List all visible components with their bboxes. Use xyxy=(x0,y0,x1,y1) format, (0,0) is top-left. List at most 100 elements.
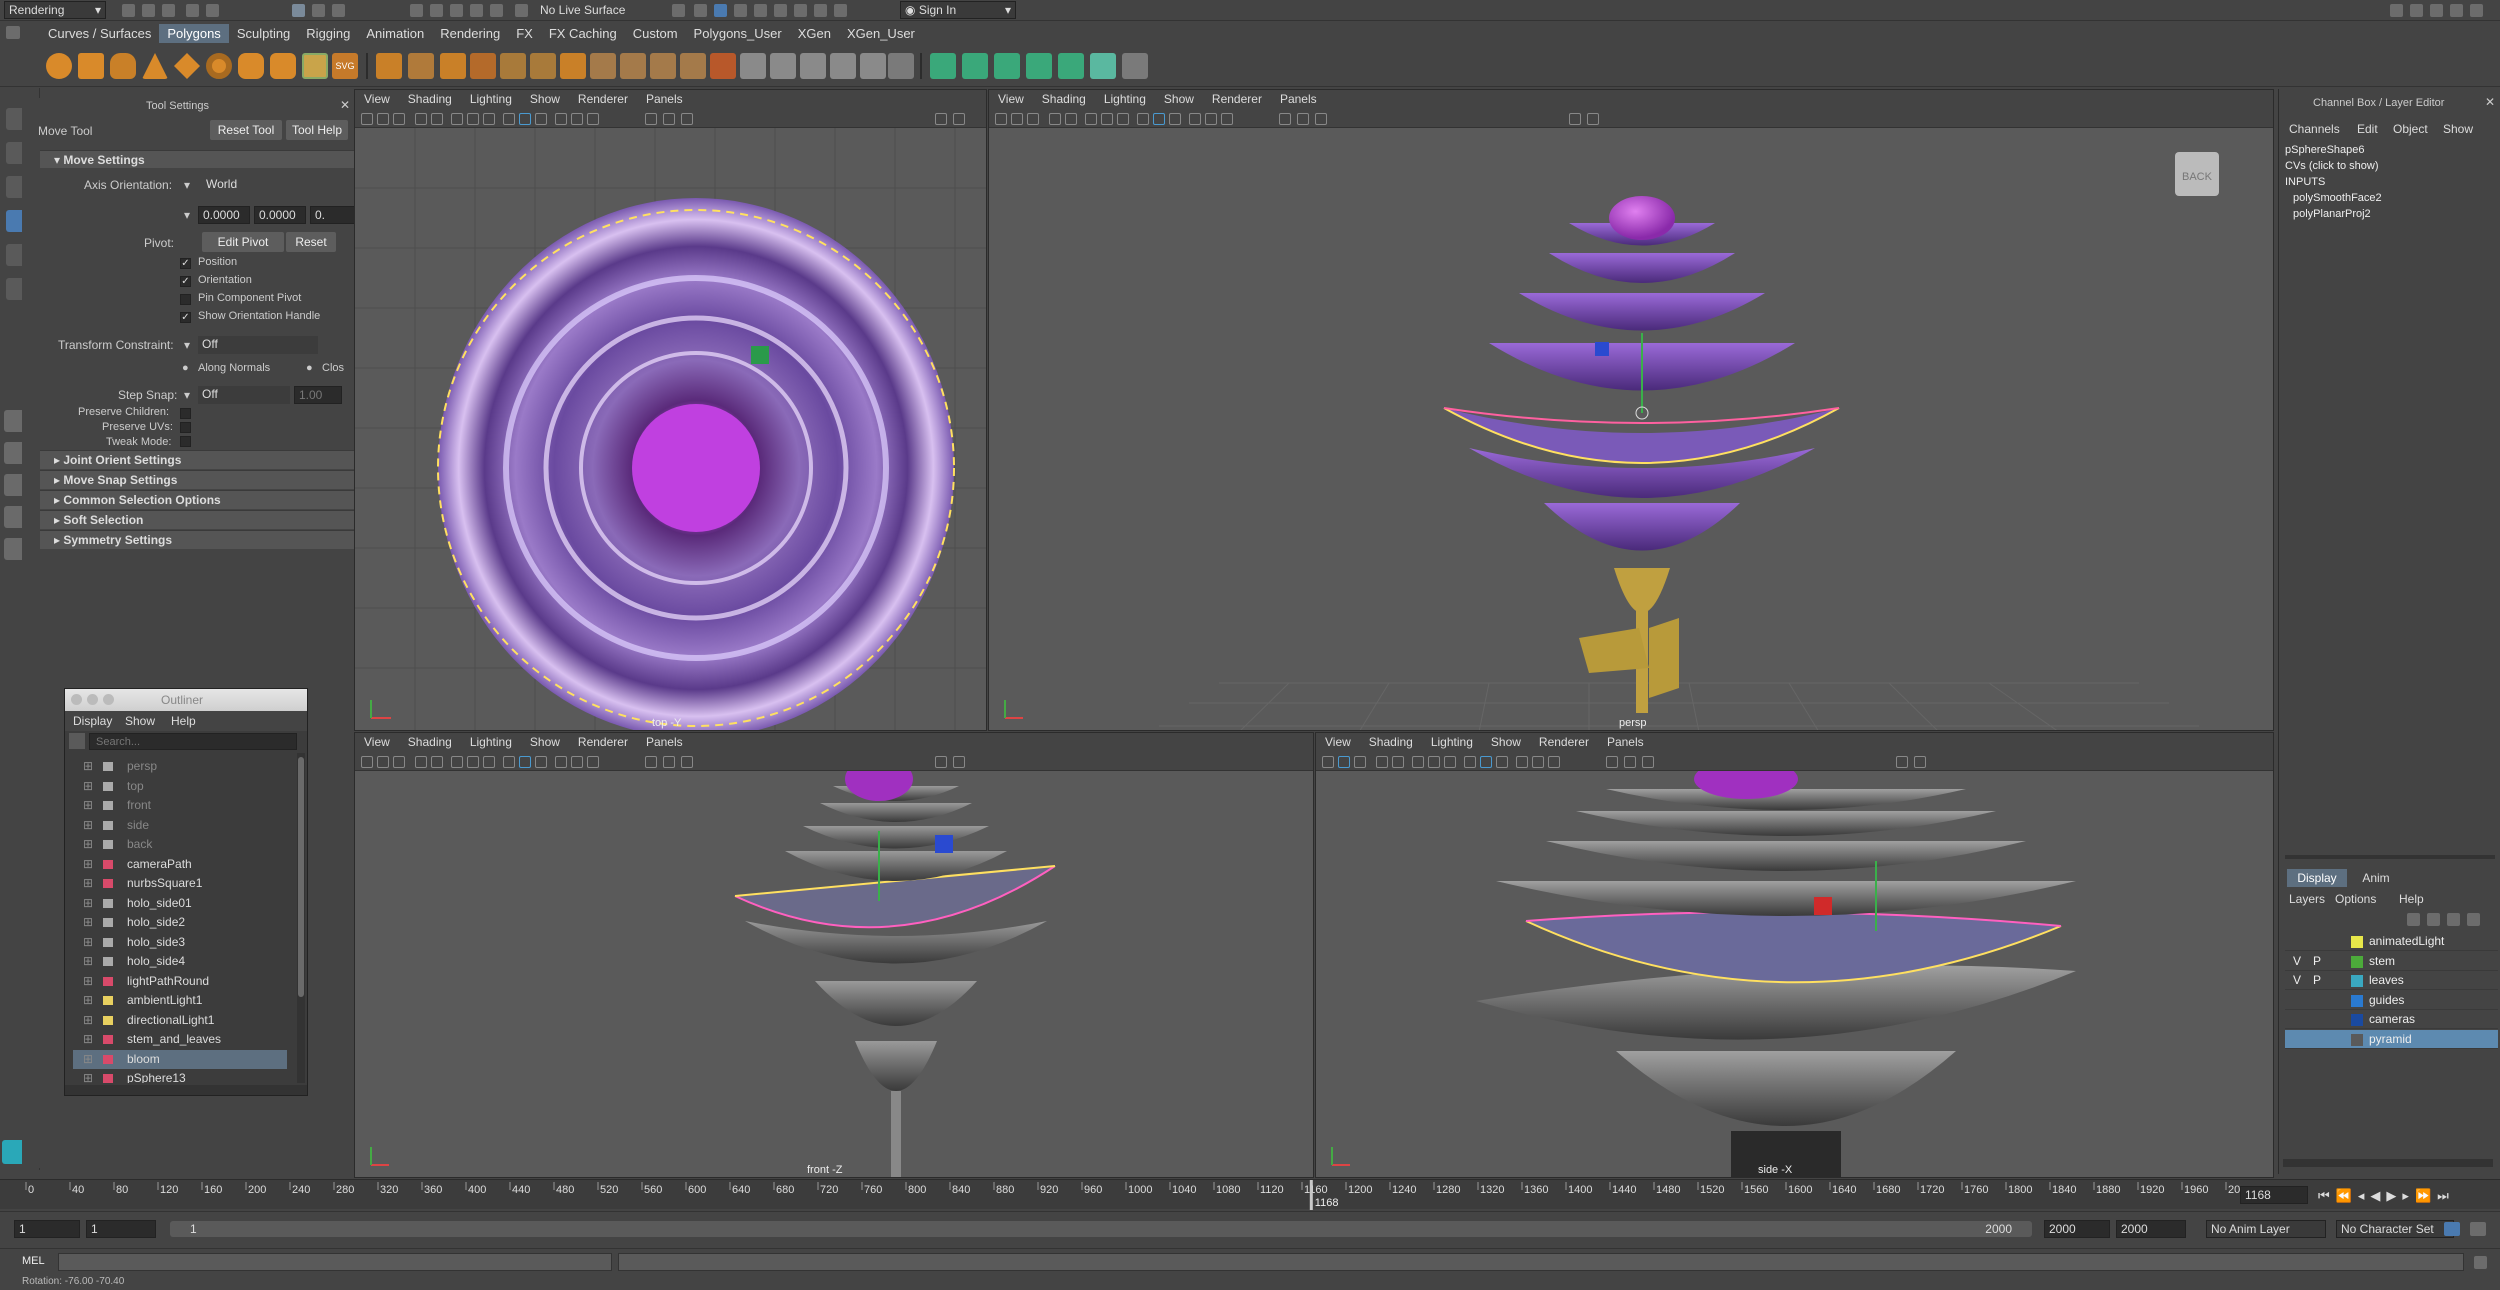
isolate-icon[interactable] xyxy=(1189,113,1201,125)
show-menu[interactable]: Show xyxy=(1155,90,1203,106)
time-slider[interactable]: 0 40 80 120 160 200 240 280 320 360 400 440 480 520 56… xyxy=(0,1179,2500,1210)
textured-icon[interactable] xyxy=(1464,756,1476,768)
go-to-end-icon[interactable]: ⏭ xyxy=(2437,1188,2455,1203)
twist-icon[interactable] xyxy=(1058,53,1084,79)
unfold-icon[interactable] xyxy=(888,53,914,79)
image-plane-icon[interactable] xyxy=(1027,113,1039,125)
layer-color-swatch[interactable] xyxy=(2351,994,2363,1007)
expand-icon[interactable]: ⊞ xyxy=(83,777,93,796)
shadows-icon[interactable] xyxy=(1496,756,1508,768)
close-icon[interactable]: ✕ xyxy=(2485,95,2495,109)
viewport-canvas[interactable]: front -Z xyxy=(355,771,1313,1177)
petal-layer[interactable] xyxy=(745,921,1047,964)
aa-icon[interactable] xyxy=(1624,756,1636,768)
shelf-tab-rigging[interactable]: Rigging xyxy=(298,24,358,43)
outliner-item[interactable]: ⊞ top xyxy=(73,777,287,796)
anim-tab[interactable]: Anim xyxy=(2351,869,2401,887)
flower-base[interactable] xyxy=(1614,568,1670,613)
play-forward-icon[interactable]: ▶ xyxy=(2386,1188,2402,1203)
sculpt-icon[interactable] xyxy=(1090,53,1116,79)
outliner-item[interactable]: ⊞ pSphere13 xyxy=(73,1069,287,1083)
outliner-item[interactable]: ⊞ lightPathRound xyxy=(73,972,287,991)
poly-torus-icon[interactable] xyxy=(206,53,232,79)
outliner-item[interactable]: ⊞ persp xyxy=(73,757,287,776)
shelf-tab-fx[interactable]: FX xyxy=(508,24,541,43)
poly-pipe-icon[interactable] xyxy=(270,53,296,79)
shelf-tab-xgen[interactable]: XGen xyxy=(790,24,839,43)
layer-scrollbar[interactable] xyxy=(2283,1159,2493,1167)
shelf-tab-animation[interactable]: Animation xyxy=(358,24,432,43)
outliner-item[interactable]: ⊞ nurbsSquare1 xyxy=(73,874,287,893)
shading-menu[interactable]: Shading xyxy=(1360,733,1422,749)
image-plane-icon[interactable] xyxy=(1354,756,1366,768)
layer-color-swatch[interactable] xyxy=(2351,975,2363,987)
aa-icon[interactable] xyxy=(663,756,675,768)
view-menu[interactable]: View xyxy=(355,90,399,106)
preferences-icon[interactable] xyxy=(2470,1222,2486,1236)
bookmark-icon[interactable] xyxy=(1338,756,1350,768)
panel-divider[interactable] xyxy=(2285,855,2495,859)
preserve-uvs-checkbox[interactable] xyxy=(180,422,191,433)
viewport-side[interactable]: View Shading Lighting Show Renderer Panels si… xyxy=(1315,732,2274,1178)
panel-maximize-icon[interactable] xyxy=(1587,113,1599,125)
paint-weights-icon[interactable] xyxy=(930,53,956,79)
xray-icon[interactable] xyxy=(1205,113,1217,125)
layer-color-swatch[interactable] xyxy=(2351,1014,2363,1026)
render-view-icon[interactable] xyxy=(774,4,787,17)
outliner-item[interactable]: ⊞ cameraPath xyxy=(73,855,287,874)
quad-draw-icon[interactable] xyxy=(1122,53,1148,79)
poly-helix-icon[interactable] xyxy=(302,53,328,79)
target-weld-icon[interactable] xyxy=(620,53,646,79)
shelf-tab-rendering[interactable]: Rendering xyxy=(432,24,508,43)
select-component-icon[interactable] xyxy=(332,4,345,17)
show-menu[interactable]: Show xyxy=(521,733,569,749)
input-node[interactable]: polyPlanarProj2 xyxy=(2293,208,2371,220)
shelf-menu-icon[interactable] xyxy=(6,26,20,39)
snap-curve-icon[interactable] xyxy=(430,4,443,17)
time-ruler[interactable]: 0 40 80 120 160 200 240 280 320 360 400 440 480 520 56… xyxy=(20,1180,2270,1210)
smooth-shade-icon[interactable] xyxy=(1428,756,1440,768)
petal-layer[interactable] xyxy=(1546,841,2026,871)
uv-layout-icon[interactable] xyxy=(860,53,886,79)
close-icon[interactable]: ✕ xyxy=(340,98,350,112)
move-handle[interactable] xyxy=(751,346,769,364)
save-scene-icon[interactable] xyxy=(162,4,175,17)
shading-menu[interactable]: Shading xyxy=(1033,90,1095,106)
step-snap-dropdown[interactable]: Off xyxy=(198,386,290,404)
move-handle-plane[interactable] xyxy=(935,835,953,853)
new-empty-layer-icon[interactable] xyxy=(2447,913,2460,926)
render-frame-icon[interactable] xyxy=(694,4,707,17)
petal-layer[interactable] xyxy=(815,981,977,1026)
command-input[interactable] xyxy=(58,1253,612,1271)
view-menu[interactable]: View xyxy=(355,733,399,749)
current-frame-field[interactable]: 1168 xyxy=(2240,1186,2308,1204)
animation-start-field[interactable]: 1 xyxy=(14,1220,80,1238)
shelf-tab-xgen-user[interactable]: XGen_User xyxy=(839,24,923,43)
poly-disc-icon[interactable] xyxy=(238,53,264,79)
expand-icon[interactable]: ⊞ xyxy=(83,972,93,991)
grid-icon[interactable] xyxy=(1049,113,1061,125)
snap-point-icon[interactable] xyxy=(450,4,463,17)
grid-icon[interactable] xyxy=(415,113,427,125)
lights-icon[interactable] xyxy=(519,113,531,125)
grid-icon[interactable] xyxy=(1376,756,1388,768)
flower-base[interactable] xyxy=(855,1041,937,1091)
auto-key-icon[interactable] xyxy=(2444,1222,2460,1236)
film-gate-icon[interactable] xyxy=(1392,756,1404,768)
petal-layer[interactable] xyxy=(803,826,989,849)
outliner-menu-show[interactable]: Show xyxy=(125,714,155,728)
range-end-field[interactable]: 2000 xyxy=(2044,1220,2110,1238)
current-time-marker[interactable] xyxy=(1309,1180,1313,1210)
expand-icon[interactable]: ⊞ xyxy=(83,816,93,835)
move-handle-plane[interactable] xyxy=(1814,897,1832,915)
shelf-tab-fx-caching[interactable]: FX Caching xyxy=(541,24,625,43)
view-menu[interactable]: View xyxy=(989,90,1033,106)
viewport-front[interactable]: View Shading Lighting Show Renderer Panels fr… xyxy=(354,732,1314,1178)
isolate-icon[interactable] xyxy=(1516,756,1528,768)
animation-end-field[interactable]: 2000 xyxy=(2116,1220,2186,1238)
scroll-thumb[interactable] xyxy=(298,757,304,997)
undo-icon[interactable] xyxy=(186,4,199,17)
poly-cone-icon[interactable] xyxy=(142,53,168,79)
reset-tool-button[interactable]: Reset Tool xyxy=(210,120,282,140)
expand-icon[interactable]: ⊞ xyxy=(83,1030,93,1049)
